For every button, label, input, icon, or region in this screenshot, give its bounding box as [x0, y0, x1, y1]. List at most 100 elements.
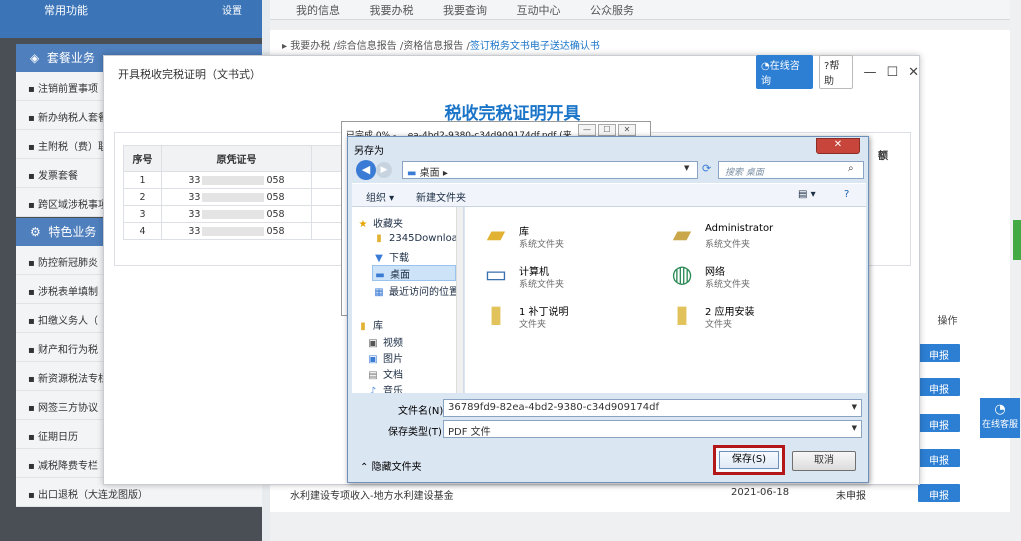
save-button[interactable]: 保存(S): [713, 445, 785, 475]
report-button[interactable]: 申报: [918, 414, 960, 432]
sidebar-item-label: 征期日历: [37, 432, 78, 443]
file-item-library[interactable]: ▰ 库 系统文件夹: [479, 217, 669, 257]
nav-tax[interactable]: 我要办税: [370, 2, 414, 18]
progress-window-controls: — ☐ ✕: [578, 124, 636, 136]
redacted-block: [202, 209, 265, 219]
breadcrumb: ▸ 我要办税 /综合信息报告 /资格信息报告 /签订税务文书电子送达确认书: [270, 30, 1010, 52]
filetype-label: 保存类型(T):: [388, 427, 446, 438]
sidebar-top-label: 常用功能: [44, 4, 88, 17]
document-icon: ▤: [368, 370, 378, 381]
help-button[interactable]: ?帮助: [819, 55, 854, 89]
nav-my-info[interactable]: 我的信息: [296, 2, 340, 18]
file-type: 系统文件夹: [519, 240, 565, 250]
new-folder-button[interactable]: 新建文件夹: [416, 189, 466, 204]
nav-interact[interactable]: 互动中心: [517, 2, 561, 18]
close-icon[interactable]: ✕: [618, 124, 636, 136]
file-item-patch-notes[interactable]: ▮ 1 补丁说明 文件夹: [479, 297, 669, 337]
report-button[interactable]: 申报: [918, 449, 960, 467]
online-service-button[interactable]: ◔ 在线客服: [980, 398, 1020, 438]
close-icon[interactable]: ✕: [816, 138, 860, 154]
filename-input[interactable]: 36789fd9-82ea-4bd2-9380-c34d909174df ▼: [443, 399, 862, 417]
sidebar-item-label: 减税降费专栏: [37, 461, 98, 472]
breadcrumb-path[interactable]: ▸ 我要办税 /综合信息报告 /资格信息报告 /: [282, 41, 470, 52]
recent-icon: ▦: [374, 287, 384, 298]
back-icon[interactable]: ◀: [356, 160, 376, 180]
col-header: 原凭证号: [161, 145, 312, 172]
star-icon: ★: [358, 219, 368, 230]
folder-icon: ▮: [489, 300, 503, 328]
file-name: 库: [519, 227, 529, 238]
chevron-down-icon[interactable]: ▼: [852, 403, 857, 411]
nav-pane-scrollbar[interactable]: [456, 207, 463, 393]
sidebar-item-label: 涉税表单填制: [37, 287, 98, 298]
nav-label: 收藏夹: [373, 219, 403, 230]
close-icon[interactable]: ✕: [908, 65, 919, 80]
nav-item-documents[interactable]: ▤ 文档: [366, 366, 403, 382]
nav-label: 库: [373, 321, 383, 332]
code-prefix: 33: [188, 208, 201, 220]
nav-item-music[interactable]: ♪ 音乐: [366, 382, 403, 393]
code-suffix: 058: [266, 208, 285, 220]
file-item-computer[interactable]: ▭ 计算机 系统文件夹: [479, 257, 669, 297]
sidebar-item-label: 扣缴义务人（: [37, 316, 98, 327]
help-icon[interactable]: ?: [844, 189, 849, 200]
address-input[interactable]: ▬ 桌面 ▸: [402, 161, 698, 179]
page-scrollbar[interactable]: [1013, 220, 1021, 260]
nav-favorites[interactable]: ★ 收藏夹: [356, 215, 403, 231]
file-item-network[interactable]: ◍ 网络 系统文件夹: [665, 257, 855, 297]
report-button[interactable]: 申报: [918, 378, 960, 396]
top-nav: 我的信息 我要办税 我要查询 互动中心 公众服务: [270, 0, 1010, 20]
hide-folders-toggle[interactable]: ⌃ 隐藏文件夹: [360, 458, 422, 473]
file-name: Administrator: [705, 223, 774, 234]
nav-public[interactable]: 公众服务: [590, 2, 634, 18]
cell-no: 2: [123, 188, 162, 206]
file-item-app-install[interactable]: ▮ 2 应用安装 文件夹: [665, 297, 855, 337]
filetype-select[interactable]: PDF 文件 ▼: [443, 420, 862, 438]
nav-item-videos[interactable]: ▣ 视频: [366, 334, 403, 350]
navigation-pane: ★ 收藏夹 ▮ 2345Downloads ▼ 下载 ▬ 桌面 ▦ 最近访问的位置 ▮ 库 …: [352, 207, 464, 393]
headset-icon: ◔: [994, 402, 1006, 417]
file-type: 文件夹: [705, 320, 733, 330]
nav-label: 文档: [383, 370, 403, 381]
file-item-administrator[interactable]: ▰ Administrator 系统文件夹: [665, 217, 855, 257]
row-status: 未申报: [836, 491, 866, 502]
sidebar-item-label: 发票套餐: [37, 171, 78, 182]
forward-icon[interactable]: ▶: [376, 162, 392, 178]
desktop-icon: ▬: [375, 270, 385, 281]
cell-no: 1: [123, 171, 162, 189]
headset-icon: ◔: [761, 61, 770, 72]
code-suffix: 058: [266, 191, 285, 203]
online-service-label: 在线客服: [981, 420, 1018, 430]
minimize-icon[interactable]: —: [578, 124, 596, 136]
organize-button[interactable]: 组织 ▾: [366, 189, 394, 204]
nav-label: 音乐: [383, 386, 403, 393]
sidebar-item-label: 财产和行为税: [37, 345, 98, 356]
sidebar-settings-link[interactable]: 设置: [222, 2, 242, 17]
save-label: 保存(S): [719, 451, 779, 469]
maximize-icon[interactable]: ☐: [598, 124, 616, 136]
nav-library[interactable]: ▮ 库: [356, 317, 383, 333]
maximize-icon[interactable]: ☐: [886, 65, 898, 80]
search-input[interactable]: 搜索 桌面: [718, 161, 864, 179]
cancel-button[interactable]: 取消: [792, 451, 856, 471]
nav-item-2345downloads[interactable]: ▮ 2345Downloads: [372, 233, 463, 249]
library-icon: ▰: [486, 220, 506, 248]
report-button[interactable]: 申报: [918, 344, 960, 362]
breadcrumb-current[interactable]: 签订税务文书电子送达确认书: [470, 41, 600, 52]
refresh-icon[interactable]: ⟳: [702, 162, 711, 175]
nav-item-pictures[interactable]: ▣ 图片: [366, 350, 403, 366]
help-label: 帮助: [824, 61, 840, 87]
redacted-block: [202, 226, 265, 236]
music-icon: ♪: [369, 386, 377, 393]
nav-item-downloads[interactable]: ▼ 下载: [372, 249, 409, 265]
nav-label: 图片: [383, 354, 403, 365]
chevron-down-icon[interactable]: ▼: [852, 424, 857, 432]
nav-item-recent[interactable]: ▦ 最近访问的位置: [372, 283, 459, 299]
view-options-icon[interactable]: ▤ ▾: [798, 189, 816, 200]
chevron-down-icon[interactable]: ▼: [684, 164, 689, 172]
nav-item-desktop[interactable]: ▬ 桌面: [372, 265, 456, 281]
nav-query[interactable]: 我要查询: [443, 2, 487, 18]
online-consult-button[interactable]: ◔在线咨询: [756, 55, 814, 89]
search-icon[interactable]: ⌕: [848, 163, 854, 174]
minimize-icon[interactable]: —: [863, 65, 876, 80]
